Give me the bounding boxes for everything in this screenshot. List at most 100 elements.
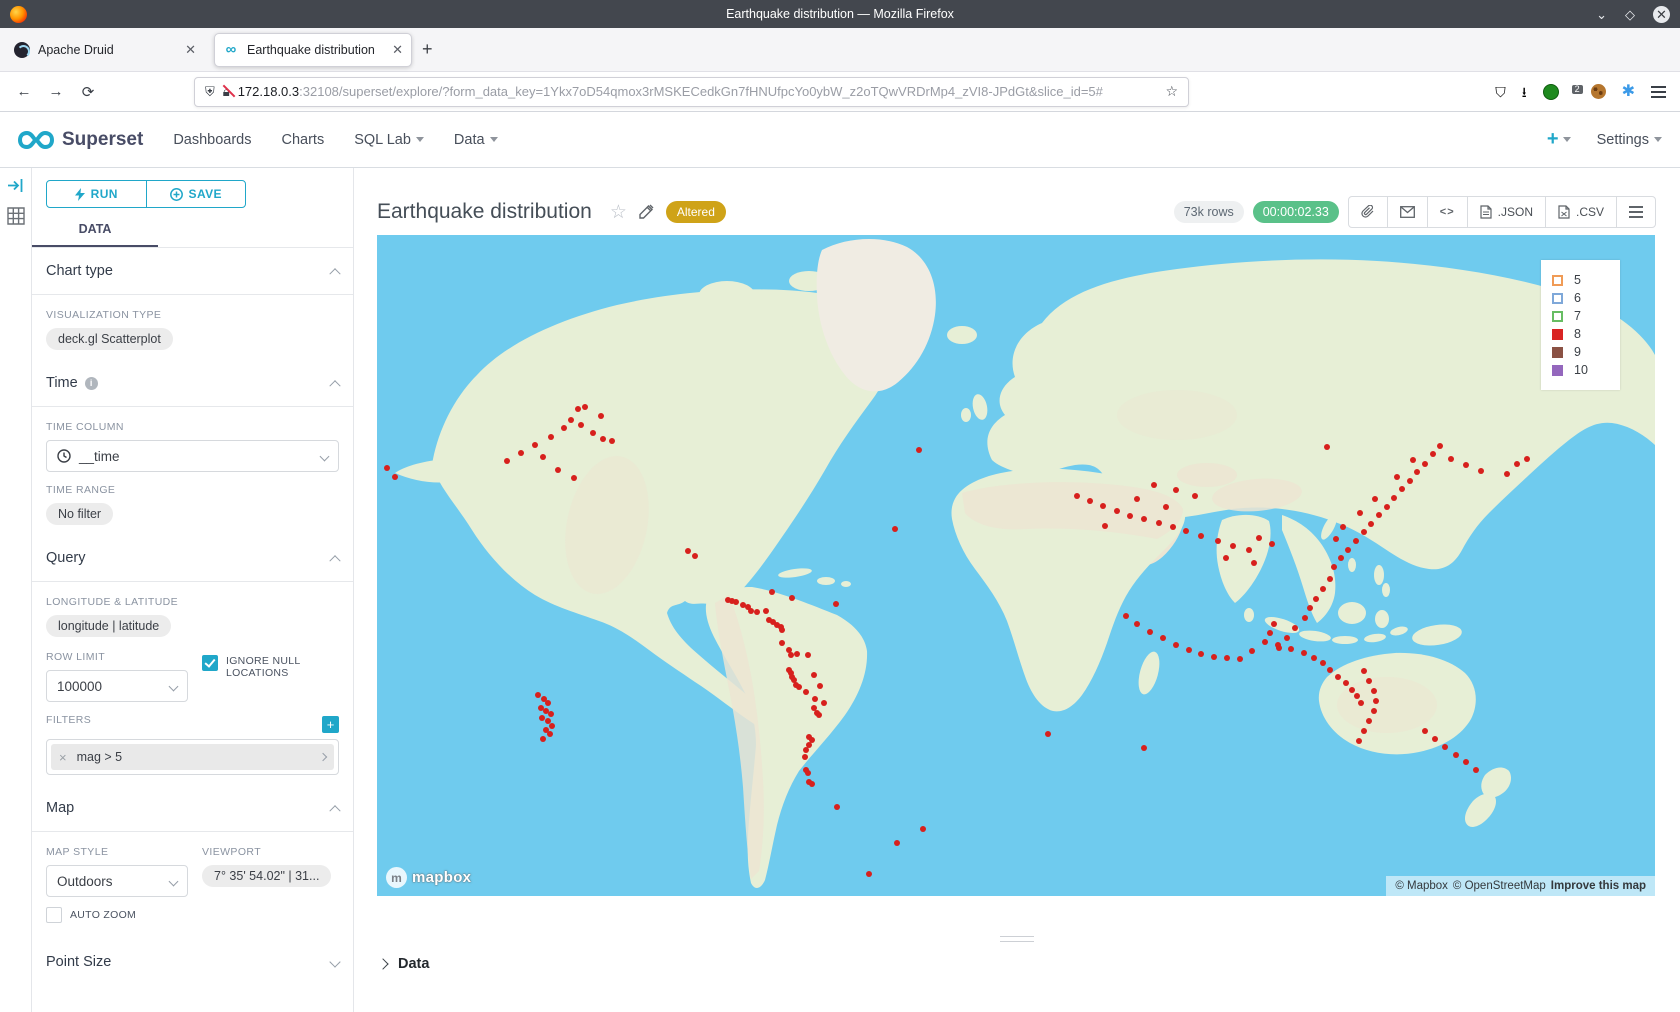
earthquake-point [1151,482,1157,488]
nav-sql-lab[interactable]: SQL Lab [354,132,424,148]
earthquake-point [555,467,561,473]
tracking-shield-icon[interactable]: ⛨ [205,84,215,100]
section-query[interactable]: Query [32,535,353,581]
section-chart-type[interactable]: Chart type [32,248,353,294]
favorite-star-icon[interactable]: ☆ [610,201,627,224]
nav-dashboards[interactable]: Dashboards [173,132,251,148]
section-time[interactable]: Timei [32,360,353,406]
pocket-shield-icon[interactable]: ⛉ [1495,85,1506,99]
email-button[interactable] [1387,197,1427,227]
copy-link-button[interactable] [1349,197,1387,227]
auto-zoom-label: AUTO ZOOM [70,909,136,921]
legend-swatch-icon [1552,275,1563,286]
attribution-mapbox-link[interactable]: © Mapbox [1395,880,1448,892]
bookmark-star-icon[interactable]: ☆ [1165,83,1178,100]
window-minimize-button[interactable]: ⌄ [1596,8,1607,21]
checkbox-checked[interactable] [202,655,218,671]
extension-asterisk-icon[interactable]: ✱ [1622,84,1635,100]
legend-swatch-icon [1552,311,1563,322]
edit-properties-icon[interactable] [639,203,654,221]
legend-item[interactable]: 5 [1552,273,1609,287]
earthquake-point [1432,736,1438,742]
legend-item[interactable]: 7 [1552,309,1609,323]
filter-pill[interactable]: × mag > 5 [51,744,334,770]
earthquake-point [1358,700,1364,706]
legend-item[interactable]: 6 [1552,291,1609,305]
viz-type-pill[interactable]: deck.gl Scatterplot [46,328,173,350]
save-button[interactable]: SAVE [146,181,246,207]
earthquake-point [1514,461,1520,467]
tab-apache-druid[interactable]: Apache Druid ✕ [6,33,204,67]
reload-button[interactable]: ⟳ [74,83,102,101]
forward-button[interactable]: → [42,83,70,100]
new-item-button[interactable]: + [1547,128,1571,151]
chart-control-panel: RUN SAVE DATA Chart type VISUALIZATION T… [32,168,354,1012]
export-json-button[interactable]: .JSON [1467,197,1545,227]
earthquake-point [1373,698,1379,704]
time-column-select[interactable]: __time [46,440,339,472]
window-title: Earthquake distribution — Mozilla Firefo… [0,7,1680,21]
checkbox-unchecked[interactable] [46,907,62,923]
earthquake-point [504,458,510,464]
nav-charts[interactable]: Charts [282,132,325,148]
ignore-null-checkbox-row[interactable]: IGNORE NULL LOCATIONS [202,655,322,679]
earthquake-point [1368,521,1374,527]
insecure-lock-icon[interactable]: 🔒︎ [223,84,230,100]
earthquake-point [788,652,794,658]
tab-close-icon[interactable]: ✕ [185,42,196,58]
tab-earthquake-distribution[interactable]: ∞ Earthquake distribution ✕ [214,33,412,67]
viewport-pill[interactable]: 7° 35' 54.02" | 31... [202,865,331,887]
results-pane: Data [354,896,1680,1012]
earthquake-point [548,711,554,717]
tab-data[interactable]: DATA [32,222,158,247]
section-point-size[interactable]: Point Size [32,939,353,985]
earthquake-point [1320,586,1326,592]
settings-menu[interactable]: Settings [1597,132,1662,148]
altered-badge[interactable]: Altered [666,201,726,223]
privacy-badger-icon[interactable] [1543,84,1559,100]
collapse-dataset-panel-icon[interactable] [7,178,24,193]
earthquake-point [539,715,545,721]
menu-button[interactable] [1651,83,1666,101]
add-filter-button[interactable]: + [322,716,339,733]
attribution-improve-link[interactable]: Improve this map [1551,880,1646,892]
cookie-extension-icon[interactable] [1591,84,1606,99]
earthquake-point [1366,678,1372,684]
left-rail [0,168,32,1012]
legend-item[interactable]: 10 [1552,363,1609,377]
section-map[interactable]: Map [32,785,353,831]
tab-close-icon[interactable]: ✕ [392,42,403,58]
lonlat-pill[interactable]: longitude | latitude [46,615,171,637]
downloads-icon[interactable]: ⭳ [1522,85,1527,99]
more-options-button[interactable] [1616,197,1655,227]
url-bar[interactable]: ⛨ 🔒︎ 172.18.0.3:32108/superset/explore/?… [194,77,1189,107]
map-style-select[interactable]: Outdoors [46,865,188,897]
earthquake-point [809,781,815,787]
earthquake-point [803,689,809,695]
deckgl-scatterplot-map[interactable]: 5 6 7 8 9 10 m mapbox © Mapbox © OpenStreetMa… [377,235,1655,896]
auto-zoom-checkbox-row[interactable]: AUTO ZOOM [46,907,188,923]
dataset-grid-icon[interactable] [7,207,25,225]
superset-logo[interactable]: Superset [18,129,143,151]
mapbox-logo[interactable]: m mapbox [386,867,471,888]
attribution-osm-link[interactable]: © OpenStreetMap [1453,880,1546,892]
data-collapse-row[interactable]: Data [354,942,1680,972]
export-csv-button[interactable]: .CSV [1545,197,1616,227]
url-text[interactable]: 172.18.0.3:32108/superset/explore/?form_… [238,84,1158,99]
legend-item[interactable]: 9 [1552,345,1609,359]
nav-data[interactable]: Data [454,132,498,148]
run-button[interactable]: RUN [47,181,146,207]
embed-code-button[interactable]: <> [1427,197,1467,227]
window-close-button[interactable]: ✕ [1653,6,1670,23]
legend-item[interactable]: 8 [1552,327,1609,341]
earthquake-point [1361,728,1367,734]
earthquake-point [1301,650,1307,656]
remove-filter-icon[interactable]: × [59,750,67,765]
window-maximize-button[interactable]: ◇ [1625,8,1635,21]
back-button[interactable]: ← [10,83,38,100]
earthquake-point [1463,759,1469,765]
new-tab-button[interactable]: + [422,39,433,60]
row-limit-select[interactable]: 100000 [46,670,188,702]
earthquake-point [1345,547,1351,553]
time-range-pill[interactable]: No filter [46,503,113,525]
